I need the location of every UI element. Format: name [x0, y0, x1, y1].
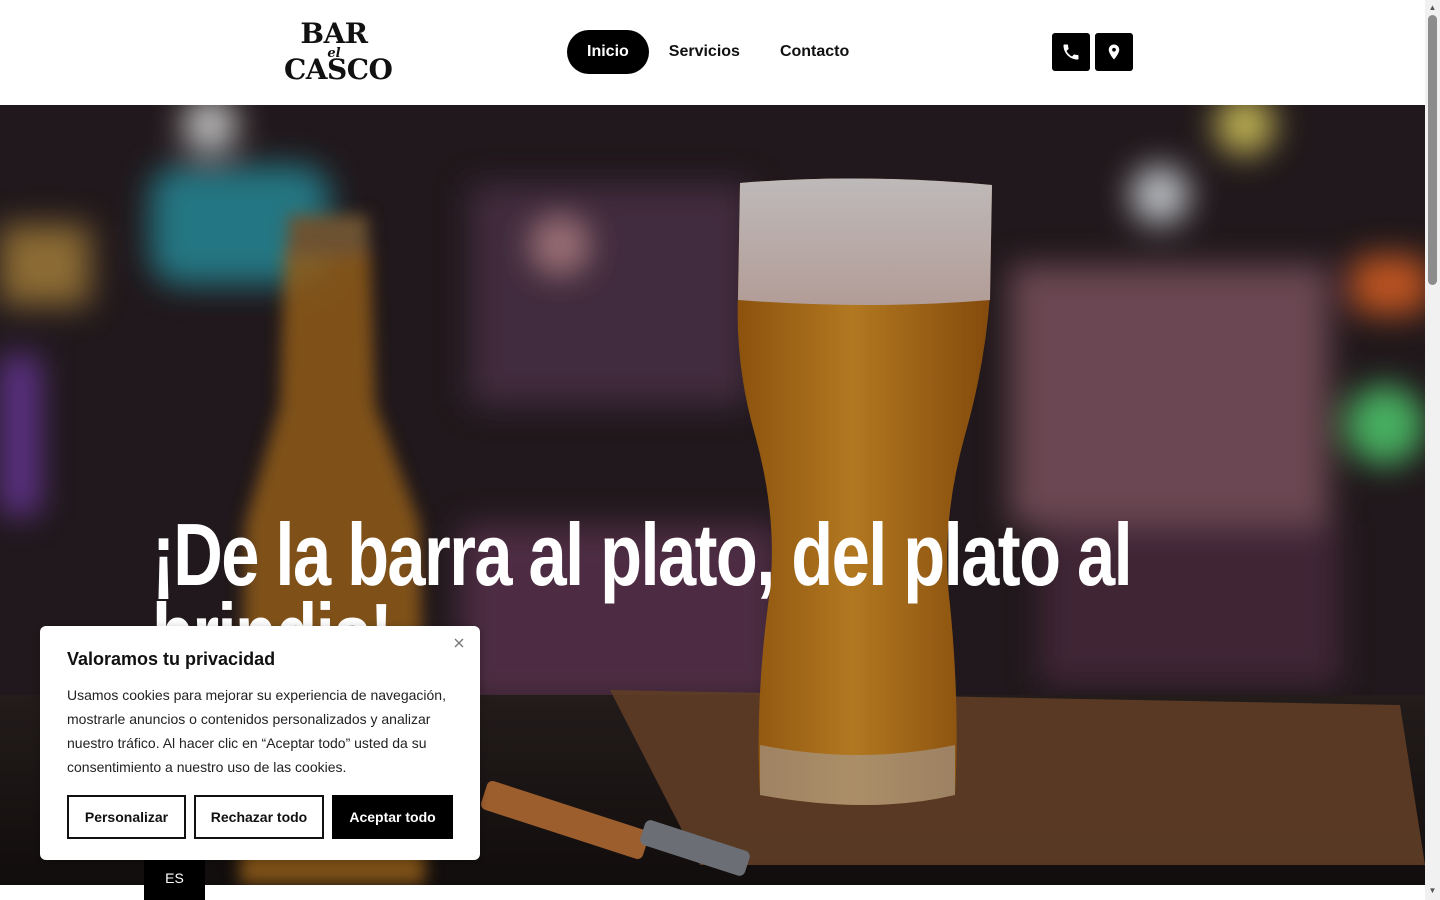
- cookie-text: Usamos cookies para mejorar su experienc…: [67, 687, 446, 775]
- cookie-title: Valoramos tu privacidad: [67, 649, 276, 669]
- site-header: BAR el CASCO Inicio Servicios Contacto: [0, 0, 1425, 105]
- scroll-down-arrow-icon[interactable]: ▼: [1428, 886, 1437, 895]
- map-pin-icon: [1108, 44, 1120, 60]
- main-nav: Inicio Servicios Contacto: [567, 30, 869, 74]
- cookie-consent-dialog: Valoramos tu privacidad Usamos cookies p…: [40, 626, 480, 860]
- customize-button[interactable]: Personalizar: [67, 795, 186, 839]
- scroll-up-arrow-icon[interactable]: ▲: [1428, 3, 1437, 12]
- logo-line-1: BAR: [300, 17, 368, 50]
- language-switcher[interactable]: ES: [144, 855, 205, 900]
- phone-button[interactable]: [1052, 33, 1090, 71]
- logo-line-3: CASCO: [284, 53, 393, 86]
- phone-icon: [1063, 44, 1079, 60]
- accept-all-button[interactable]: Aceptar todo: [332, 795, 453, 839]
- scrollbar-thumb[interactable]: [1428, 15, 1437, 285]
- nav-item-inicio[interactable]: Inicio: [567, 30, 649, 74]
- nav-item-servicios[interactable]: Servicios: [649, 30, 760, 74]
- location-button[interactable]: [1095, 33, 1133, 71]
- nav-item-contacto[interactable]: Contacto: [760, 30, 869, 74]
- close-icon[interactable]: [452, 636, 466, 650]
- logo[interactable]: BAR el CASCO: [284, 17, 393, 86]
- reject-all-button[interactable]: Rechazar todo: [194, 795, 324, 839]
